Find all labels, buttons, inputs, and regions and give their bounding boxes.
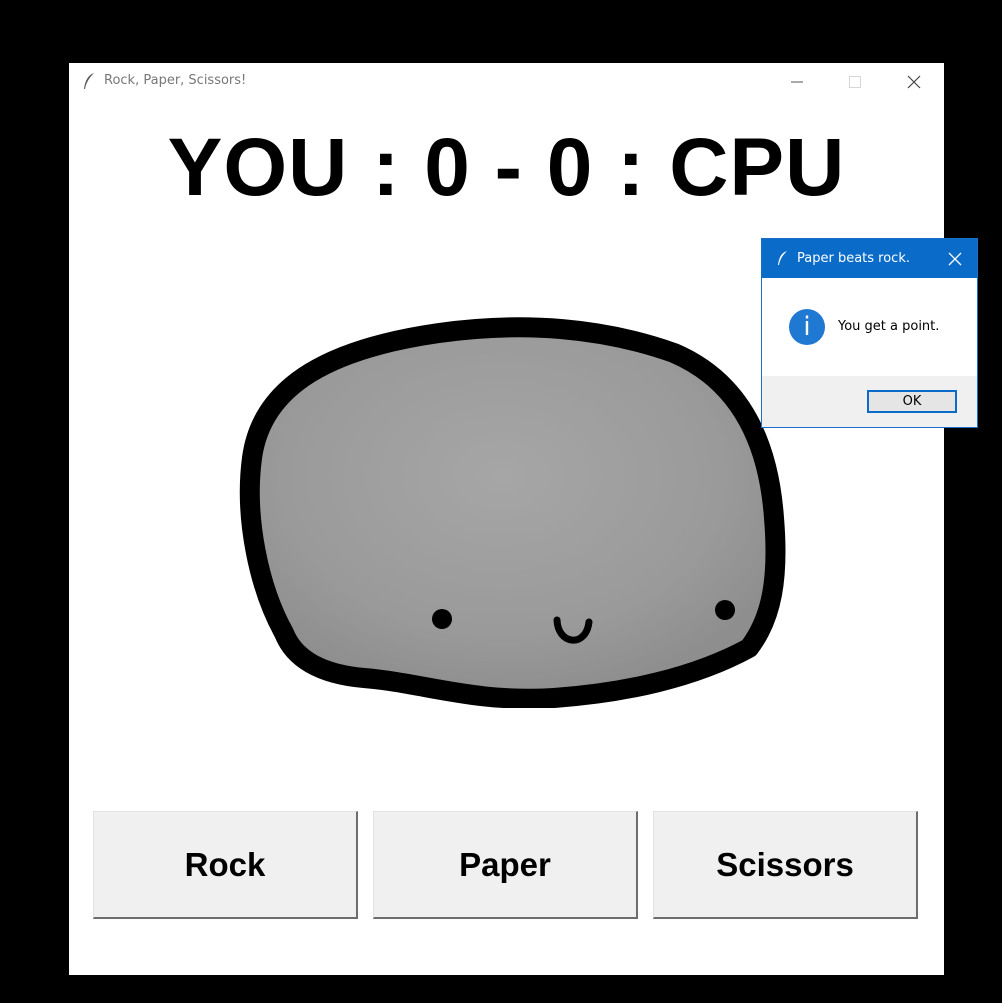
- minimize-icon: [791, 81, 803, 83]
- dialog-message: You get a point.: [838, 319, 940, 334]
- ok-button[interactable]: OK: [867, 390, 957, 413]
- dialog-titlebar[interactable]: Paper beats rock.: [762, 239, 977, 278]
- rock-character-icon: [239, 317, 786, 708]
- dialog-body: i You get a point.: [762, 278, 977, 376]
- feather-icon: [82, 72, 96, 90]
- main-window: Rock, Paper, Scissors! YOU : 0 - 0 : CPU…: [69, 63, 944, 975]
- maximize-icon: [849, 76, 861, 88]
- dialog-close-button[interactable]: [933, 239, 977, 278]
- rock-button[interactable]: Rock: [93, 811, 358, 919]
- window-titlebar[interactable]: Rock, Paper, Scissors!: [69, 63, 944, 100]
- dialog-footer: OK: [762, 376, 977, 427]
- close-icon: [907, 75, 921, 89]
- feather-icon: [776, 250, 788, 271]
- close-button[interactable]: [885, 63, 943, 100]
- close-icon: [948, 252, 962, 266]
- window-title: Rock, Paper, Scissors!: [104, 73, 247, 88]
- minimize-button[interactable]: [768, 63, 826, 100]
- paper-button[interactable]: Paper: [373, 811, 638, 919]
- info-icon: i: [789, 309, 825, 345]
- maximize-button[interactable]: [826, 63, 884, 100]
- result-dialog: Paper beats rock. i You get a point. OK: [761, 238, 978, 428]
- scissors-button[interactable]: Scissors: [653, 811, 918, 919]
- dialog-title: Paper beats rock.: [797, 251, 910, 266]
- score-display: YOU : 0 - 0 : CPU: [167, 122, 846, 213]
